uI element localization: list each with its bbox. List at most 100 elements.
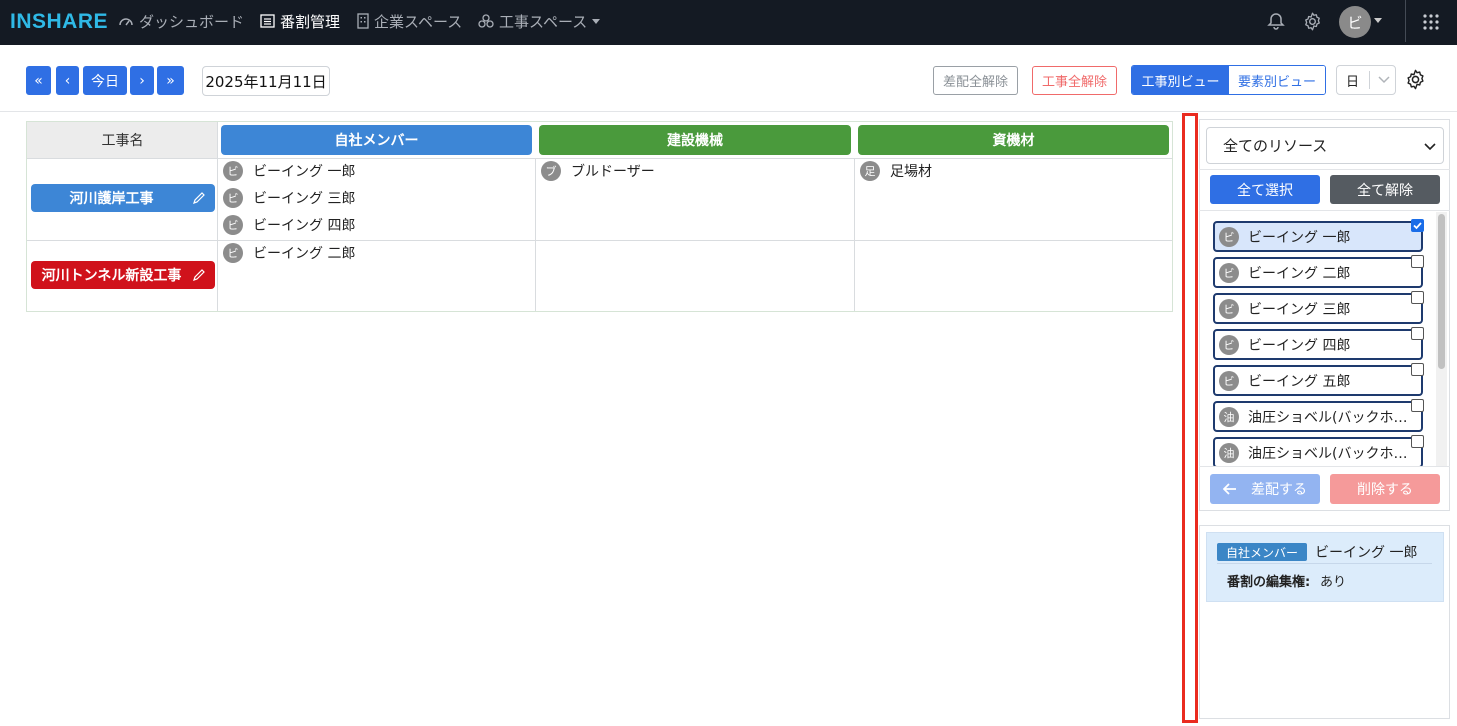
user-avatar[interactable]: ビ [1339, 6, 1371, 38]
period-select[interactable]: 日 [1336, 65, 1396, 95]
resource-badge: 油 [1219, 442, 1239, 463]
app-logo[interactable]: INSHARE [10, 10, 108, 34]
delete-button[interactable]: 削除する [1330, 474, 1440, 504]
assign-button[interactable]: 差配する [1210, 474, 1320, 504]
permission-label: 番割の編集権: [1227, 575, 1311, 590]
list-item[interactable]: ビ ビーイング 一郎 [1213, 221, 1423, 252]
view-settings-gear-icon[interactable] [1404, 68, 1427, 95]
resource-badge: ビ [1219, 262, 1239, 283]
apps-grid-icon[interactable] [1419, 10, 1443, 34]
row-divider [27, 240, 1172, 241]
nav-schedule[interactable]: 番割管理 [260, 10, 340, 32]
settings-gear-icon[interactable] [1300, 9, 1324, 33]
resource-badge: ビ [1219, 334, 1239, 355]
resource-checkbox[interactable] [1411, 399, 1424, 412]
chevron-down-icon [1424, 143, 1436, 151]
resource-checkbox[interactable] [1411, 255, 1424, 268]
pencil-icon[interactable] [192, 268, 206, 282]
resource-filter-value: 全てのリソース [1223, 137, 1328, 155]
first-page-button[interactable]: « [26, 66, 51, 95]
clear-dispatch-button[interactable]: 差配全解除 [933, 66, 1018, 95]
resource-filter-select[interactable]: 全てのリソース [1206, 127, 1444, 164]
clear-construction-button[interactable]: 工事全解除 [1032, 66, 1117, 95]
list-item[interactable]: ビ ビーイング 四郎 [1213, 329, 1423, 360]
column-divider [217, 122, 218, 311]
element-view-tab[interactable]: 要素別ビュー [1229, 66, 1325, 94]
table-cell-item[interactable]: ビ ビーイング 三郎 [223, 187, 355, 209]
resource-checkbox[interactable] [1411, 219, 1424, 232]
toolbar-divider [0, 111, 1457, 112]
nav-company-space[interactable]: 企業スペース [357, 10, 462, 32]
header-materials[interactable]: 資機材 [858, 125, 1169, 155]
table-cell-item[interactable]: ビ ビーイング 二郎 [223, 242, 355, 264]
scrollbar-thumb[interactable] [1438, 214, 1445, 369]
chevron-down-icon [592, 18, 601, 24]
today-button[interactable]: 今日 [83, 66, 127, 95]
resource-name: ビーイング 二郎 [253, 246, 356, 262]
detail-resource-name: ビーイング 一郎 [1315, 545, 1418, 561]
resource-name: ビーイング 一郎 [1248, 229, 1351, 246]
header-construction-name: 工事名 [27, 122, 218, 158]
select-all-button[interactable]: 全て選択 [1210, 175, 1320, 204]
chevron-down-icon [1378, 76, 1390, 84]
next-page-button[interactable]: › [130, 66, 154, 95]
resource-checkbox[interactable] [1411, 327, 1424, 340]
resource-list[interactable]: ビ ビーイング 一郎 ビ ビーイング 二郎 ビ ビーイング 三郎 ビ ビーイング… [1206, 212, 1434, 466]
resource-name: 足場材 [890, 164, 932, 180]
resource-name: 油圧ショベル(バックホー… [1248, 409, 1420, 426]
top-nav: INSHARE ダッシュボード 番割管理 企業スペース 工事スペース ビ [0, 0, 1457, 45]
resource-name: ビーイング 三郎 [1248, 301, 1351, 318]
bell-icon[interactable] [1264, 9, 1288, 33]
date-input[interactable]: 2025年11月11日 [202, 66, 330, 96]
prev-page-button[interactable]: ‹ [56, 66, 79, 95]
row-divider [27, 158, 1172, 159]
nav-company-space-label: 企業スペース [374, 12, 463, 31]
nav-divider [1405, 0, 1406, 42]
nav-dashboard[interactable]: ダッシュボード [118, 10, 244, 32]
clear-all-button[interactable]: 全て解除 [1330, 175, 1440, 204]
nav-construction-space[interactable]: 工事スペース [478, 10, 601, 32]
list-item[interactable]: 油 油圧ショベル(バックホー… [1213, 437, 1423, 466]
assign-button-label: 差配する [1251, 482, 1307, 498]
resource-name: ビーイング 三郎 [253, 191, 356, 207]
last-page-button[interactable]: » [157, 66, 184, 95]
avatar-chevron-icon[interactable] [1374, 18, 1382, 23]
checkmark-icon [1413, 222, 1422, 230]
table-cell-item[interactable]: ブ ブルドーザー [541, 160, 655, 182]
resource-badge: ビ [223, 215, 243, 235]
nav-dashboard-label: ダッシュボード [139, 12, 245, 31]
select-separator [1369, 71, 1370, 89]
list-item[interactable]: ビ ビーイング 五郎 [1213, 365, 1423, 396]
table-cell-item[interactable]: ビ ビーイング 四郎 [223, 214, 355, 236]
resource-badge: ビ [1219, 370, 1239, 391]
header-members[interactable]: 自社メンバー [221, 125, 532, 155]
resource-checkbox[interactable] [1411, 363, 1424, 376]
resource-name: 油圧ショベル(バックホー… [1248, 445, 1420, 462]
resource-badge: ビ [223, 243, 243, 263]
panel-resize-handle[interactable] [1182, 113, 1198, 723]
column-divider [535, 158, 536, 311]
table-cell-item[interactable]: 足 足場材 [860, 160, 932, 182]
pencil-icon[interactable] [192, 191, 206, 205]
construction-view-tab[interactable]: 工事別ビュー [1132, 66, 1229, 94]
nav-construction-space-label: 工事スペース [499, 12, 588, 31]
period-select-value: 日 [1346, 74, 1360, 90]
project-button-river-tunnel[interactable]: 河川トンネル新設工事 [31, 261, 215, 289]
table-cell-item[interactable]: ビ ビーイング 一郎 [223, 160, 355, 182]
group-icon [478, 14, 494, 28]
panel-divider [1199, 169, 1450, 170]
column-divider [854, 158, 855, 311]
list-item[interactable]: 油 油圧ショベル(バックホー… [1213, 401, 1423, 432]
panel-divider [1199, 466, 1450, 467]
detail-divider [1217, 563, 1432, 564]
list-item[interactable]: ビ ビーイング 三郎 [1213, 293, 1423, 324]
project-name: 河川トンネル新設工事 [41, 268, 182, 284]
header-machines[interactable]: 建設機械 [539, 125, 851, 155]
resource-checkbox[interactable] [1411, 435, 1424, 448]
project-button-river-revetment[interactable]: 河川護岸工事 [31, 184, 215, 212]
list-item[interactable]: ビ ビーイング 二郎 [1213, 257, 1423, 288]
resource-checkbox[interactable] [1411, 291, 1424, 304]
list-icon [260, 14, 275, 28]
resource-badge: ビ [223, 161, 243, 181]
permission-value: あり [1320, 575, 1347, 590]
